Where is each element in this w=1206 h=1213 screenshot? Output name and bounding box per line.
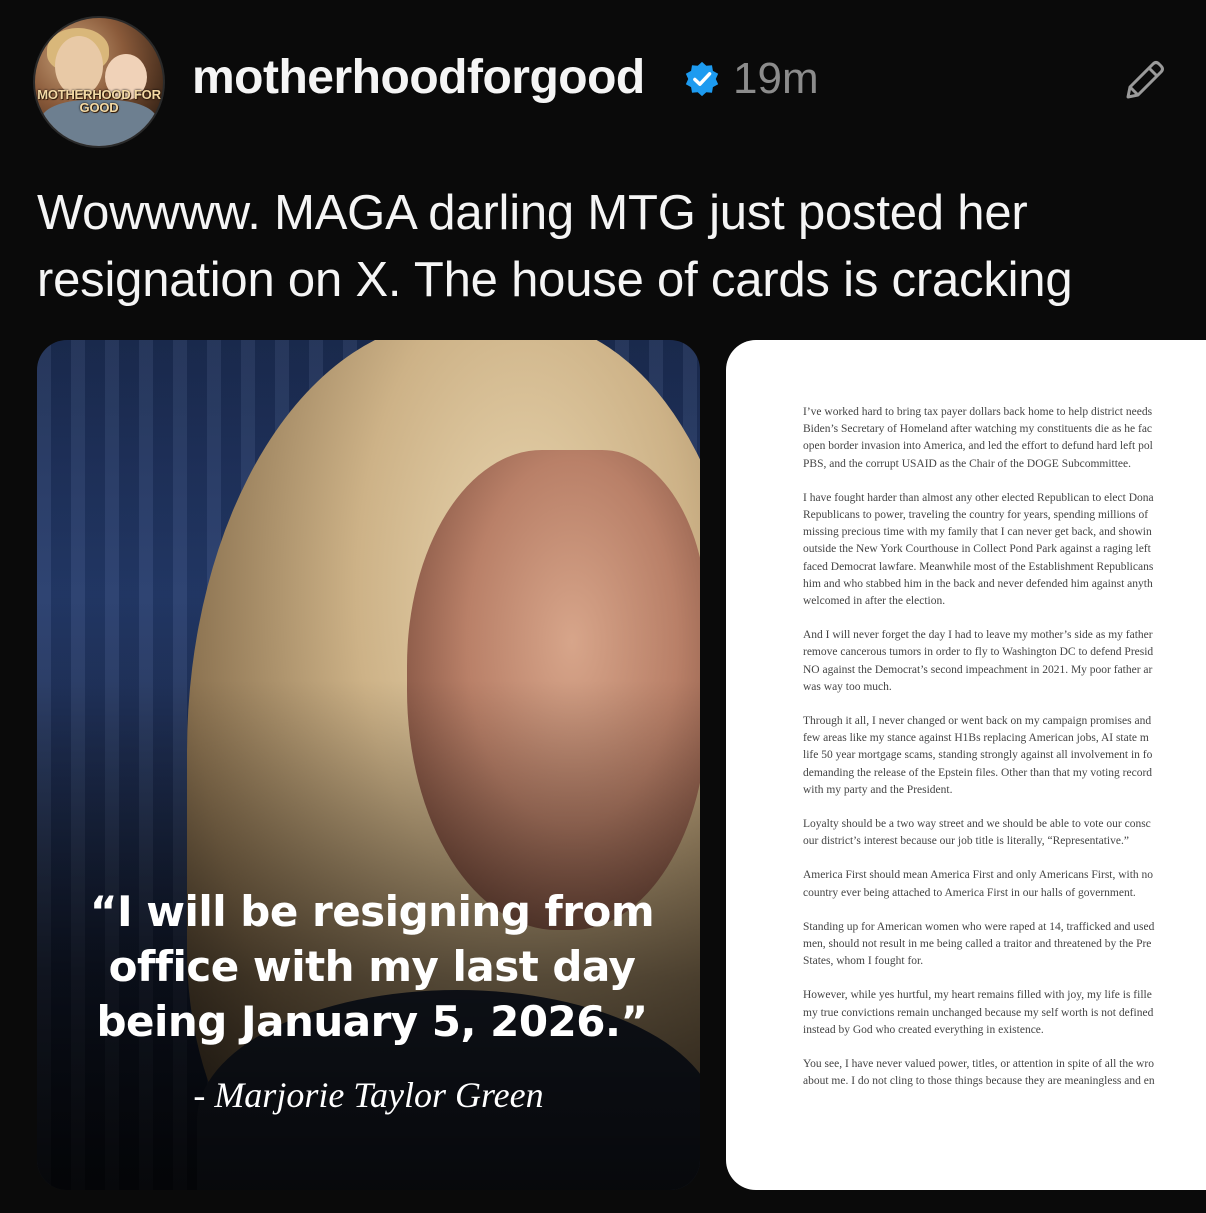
letter-line: men, should not result in me being calle… [803,938,1152,951]
letter-line: open border invasion into America, and l… [803,440,1153,453]
letter-line: I’ve worked hard to bring tax payer doll… [803,406,1153,418]
avatar-logo-text: MOTHERHOOD FOR GOOD [37,87,161,115]
quote-attribution: - Marjorie Taylor Green [193,1075,544,1115]
letter-line: our district’s interest because our job … [803,835,1129,848]
letter-line: outside the New York Courthouse in Colle… [803,543,1151,556]
letter-paragraph: Standing up for American women who were … [803,919,1206,971]
letter-line: Through it all, I never changed or went … [803,715,1152,728]
letter-line: Biden’s Secretary of Homeland after watc… [803,423,1153,436]
letter-paragraph: Loyalty should be a two way street and w… [803,816,1206,850]
letter-line: missing precious time with my family tha… [803,526,1152,539]
resignation-letter-image[interactable]: I’ve worked hard to bring tax payer doll… [726,340,1206,1190]
letter-line: remove cancerous tumors in order to fly … [803,646,1154,659]
letter-line: life 50 year mortgage scams, standing st… [803,749,1153,762]
letter-line: my true convictions remain unchanged bec… [803,1006,1154,1019]
letter-line: Loyalty should be a two way street and w… [803,818,1151,831]
letter-line: instead by God who created everything in… [803,1023,1044,1036]
letter-line: with my party and the President. [803,783,953,796]
letter-paragraph: I’ve worked hard to bring tax payer doll… [803,404,1206,473]
letter-paragraph: However, while yes hurtful, my heart rem… [803,987,1206,1039]
letter-line: him and who stabbed him in the back and … [803,577,1153,590]
letter-line: I have fought harder than almost any oth… [803,491,1154,504]
letter-paragraph: And I will never forget the day I had to… [803,627,1206,696]
threads-post: MOTHERHOOD FOR GOOD motherhoodforgood 19… [0,0,1206,1213]
letter-line: And I will never forget the day I had to… [803,629,1153,642]
letter-paragraph: Through it all, I never changed or went … [803,713,1206,799]
letter-line: America First should mean America First … [803,869,1154,882]
post-timestamp: 19m [733,54,819,103]
letter-paragraph: You see, I have never valued power, titl… [803,1056,1206,1090]
letter-line: faced Democrat lawfare. Meanwhile most o… [803,560,1154,573]
quote-text: “I will be resigning from office with my… [89,887,655,1046]
letter-paragraph: I have fought harder than almost any oth… [803,490,1206,610]
letter-line: NO against the Democrat’s second impeach… [803,663,1153,676]
letter-line: PBS, and the corrupt USAID as the Chair … [803,457,1132,470]
letter-line: However, while yes hurtful, my heart rem… [803,989,1152,1002]
letter-line: You see, I have never valued power, titl… [803,1058,1154,1071]
letter-line: country ever being attached to America F… [803,886,1136,899]
letter-line: Standing up for American women who were … [803,920,1155,933]
letter-line: demanding the release of the Epstein fil… [803,766,1153,779]
username[interactable]: motherhoodforgood [192,50,645,105]
letter-paragraph: America First should mean America First … [803,867,1206,901]
letter-line: States, whom I fought for. [803,955,924,968]
verified-badge-icon [685,61,719,97]
quote-image-card[interactable]: “I will be resigning from office with my… [37,340,700,1190]
letter-line: was way too much. [803,680,892,693]
edit-pencil-icon[interactable] [1120,55,1170,105]
letter-line: welcomed in after the election. [803,595,946,608]
letter-body: I’ve worked hard to bring tax payer doll… [803,404,1206,1108]
post-caption: Wowwww. MAGA darling MTG just posted her… [37,186,1073,307]
letter-line: about me. I do not cling to those things… [803,1075,1155,1088]
avatar[interactable]: MOTHERHOOD FOR GOOD [33,16,165,148]
letter-line: few areas like my stance against H1Bs re… [803,732,1149,745]
letter-line: Republicans to power, traveling the coun… [803,509,1149,522]
